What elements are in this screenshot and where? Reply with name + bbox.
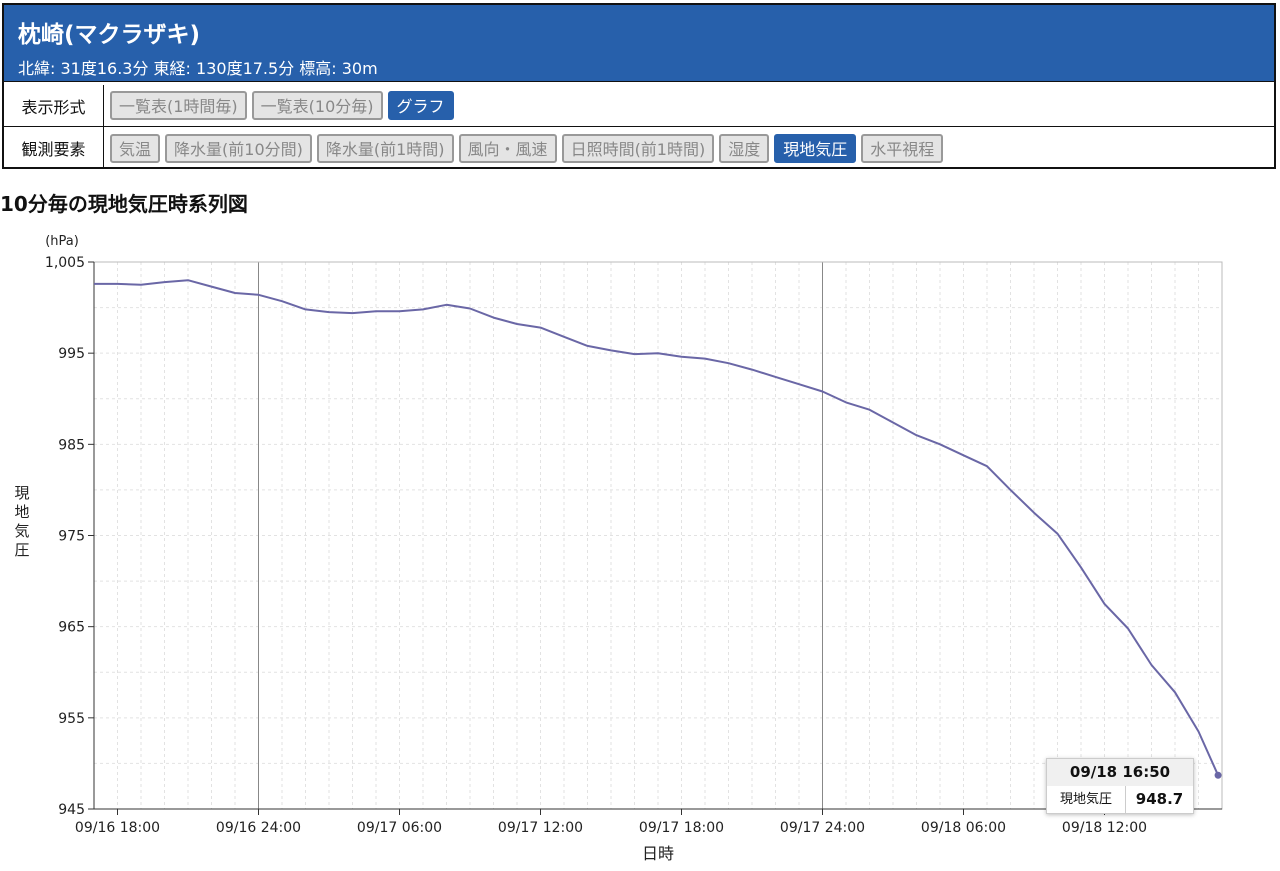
station-name: 枕崎(マクラザキ): [18, 22, 201, 48]
series-line-pressure: [94, 279, 1220, 776]
y-tick-label: 995: [58, 346, 85, 362]
elements-row: 観測要素 気温 降水量(前10分間) 降水量(前1時間) 風向・風速 日照時間(…: [4, 127, 1274, 169]
element-button-precip-10min[interactable]: 降水量(前10分間): [165, 133, 312, 163]
element-button-humidity[interactable]: 湿度: [719, 133, 770, 163]
tooltip-value: 948.7: [1135, 790, 1184, 808]
x-tick-label: 09/17 18:00: [639, 820, 724, 836]
element-button-precip-1h[interactable]: 降水量(前1時間): [316, 133, 454, 163]
graph-title: 10分毎の現地気圧時系列図: [0, 192, 248, 216]
x-tick-label: 09/17 24:00: [780, 820, 865, 836]
display-format-row: 表示形式 一覧表(1時間毎) 一覧表(10分毎) グラフ: [4, 85, 1274, 127]
y-axis-label-char: 圧: [14, 541, 29, 559]
y-axis-label-char: 地: [14, 503, 29, 521]
x-tick-label: 09/16 18:00: [75, 820, 160, 836]
y-tick-label: 965: [58, 620, 85, 636]
tooltip-row: 現地気圧 948.7: [1047, 786, 1193, 813]
tooltip-label: 現地気圧: [1047, 786, 1126, 813]
element-button-sunshine[interactable]: 日照時間(前1時間): [561, 133, 715, 163]
elements-label: 観測要素: [4, 127, 104, 169]
element-button-visibility[interactable]: 水平視程: [861, 133, 944, 163]
x-tick-labels: 09/16 18:00 09/16 24:00 09/17 06:00 09/17 1…: [75, 809, 1147, 836]
station-panel: 枕崎(マクラザキ) 北緯: 31度16.3分 東経: 130度17.5分 標高:…: [2, 3, 1276, 169]
element-button-temperature[interactable]: 気温: [110, 133, 161, 163]
y-tick-label: 985: [58, 437, 85, 453]
display-format-buttons: 一覧表(1時間毎) 一覧表(10分毎) グラフ: [110, 85, 459, 126]
x-tick-label: 09/17 06:00: [357, 820, 442, 836]
format-button-hourly-table[interactable]: 一覧表(1時間毎): [110, 91, 247, 120]
x-tick-label: 09/16 24:00: [216, 820, 301, 836]
y-tick-labels: 1,005 995 985 975 965 955 945: [45, 255, 94, 818]
minor-gridlines: [93, 261, 1223, 810]
element-button-wind[interactable]: 風向・風速: [458, 133, 557, 163]
y-tick-label: 945: [58, 802, 85, 818]
format-button-graph[interactable]: グラフ: [387, 91, 454, 120]
x-tick-label: 09/17 12:00: [498, 820, 583, 836]
y-axis-label-char: 気: [14, 522, 29, 540]
last-data-point[interactable]: [1214, 771, 1222, 779]
display-format-label: 表示形式: [4, 85, 104, 126]
element-buttons: 気温 降水量(前10分間) 降水量(前1時間) 風向・風速 日照時間(前1時間)…: [110, 127, 948, 169]
element-button-pressure[interactable]: 現地気圧: [774, 133, 857, 163]
y-unit-label: (hPa): [45, 234, 79, 249]
x-axis-label: 日時: [642, 844, 674, 863]
format-button-10min-table[interactable]: 一覧表(10分毎): [251, 91, 383, 120]
tooltip: 09/18 16:50 現地気圧 948.7: [1046, 758, 1194, 814]
station-meta: 北緯: 31度16.3分 東経: 130度17.5分 標高: 30m: [18, 59, 378, 78]
station-header: 枕崎(マクラザキ) 北緯: 31度16.3分 東経: 130度17.5分 標高:…: [4, 5, 1274, 82]
x-tick-label: 09/18 12:00: [1062, 820, 1147, 836]
tooltip-time: 09/18 16:50: [1047, 759, 1193, 786]
y-tick-label: 1,005: [45, 255, 85, 271]
y-tick-label: 955: [58, 711, 85, 727]
y-tick-label: 975: [58, 529, 85, 545]
x-tick-label: 09/18 06:00: [921, 820, 1006, 836]
y-axis-label-char: 現: [14, 484, 29, 502]
y-axis-label: 現地気圧: [14, 484, 29, 559]
